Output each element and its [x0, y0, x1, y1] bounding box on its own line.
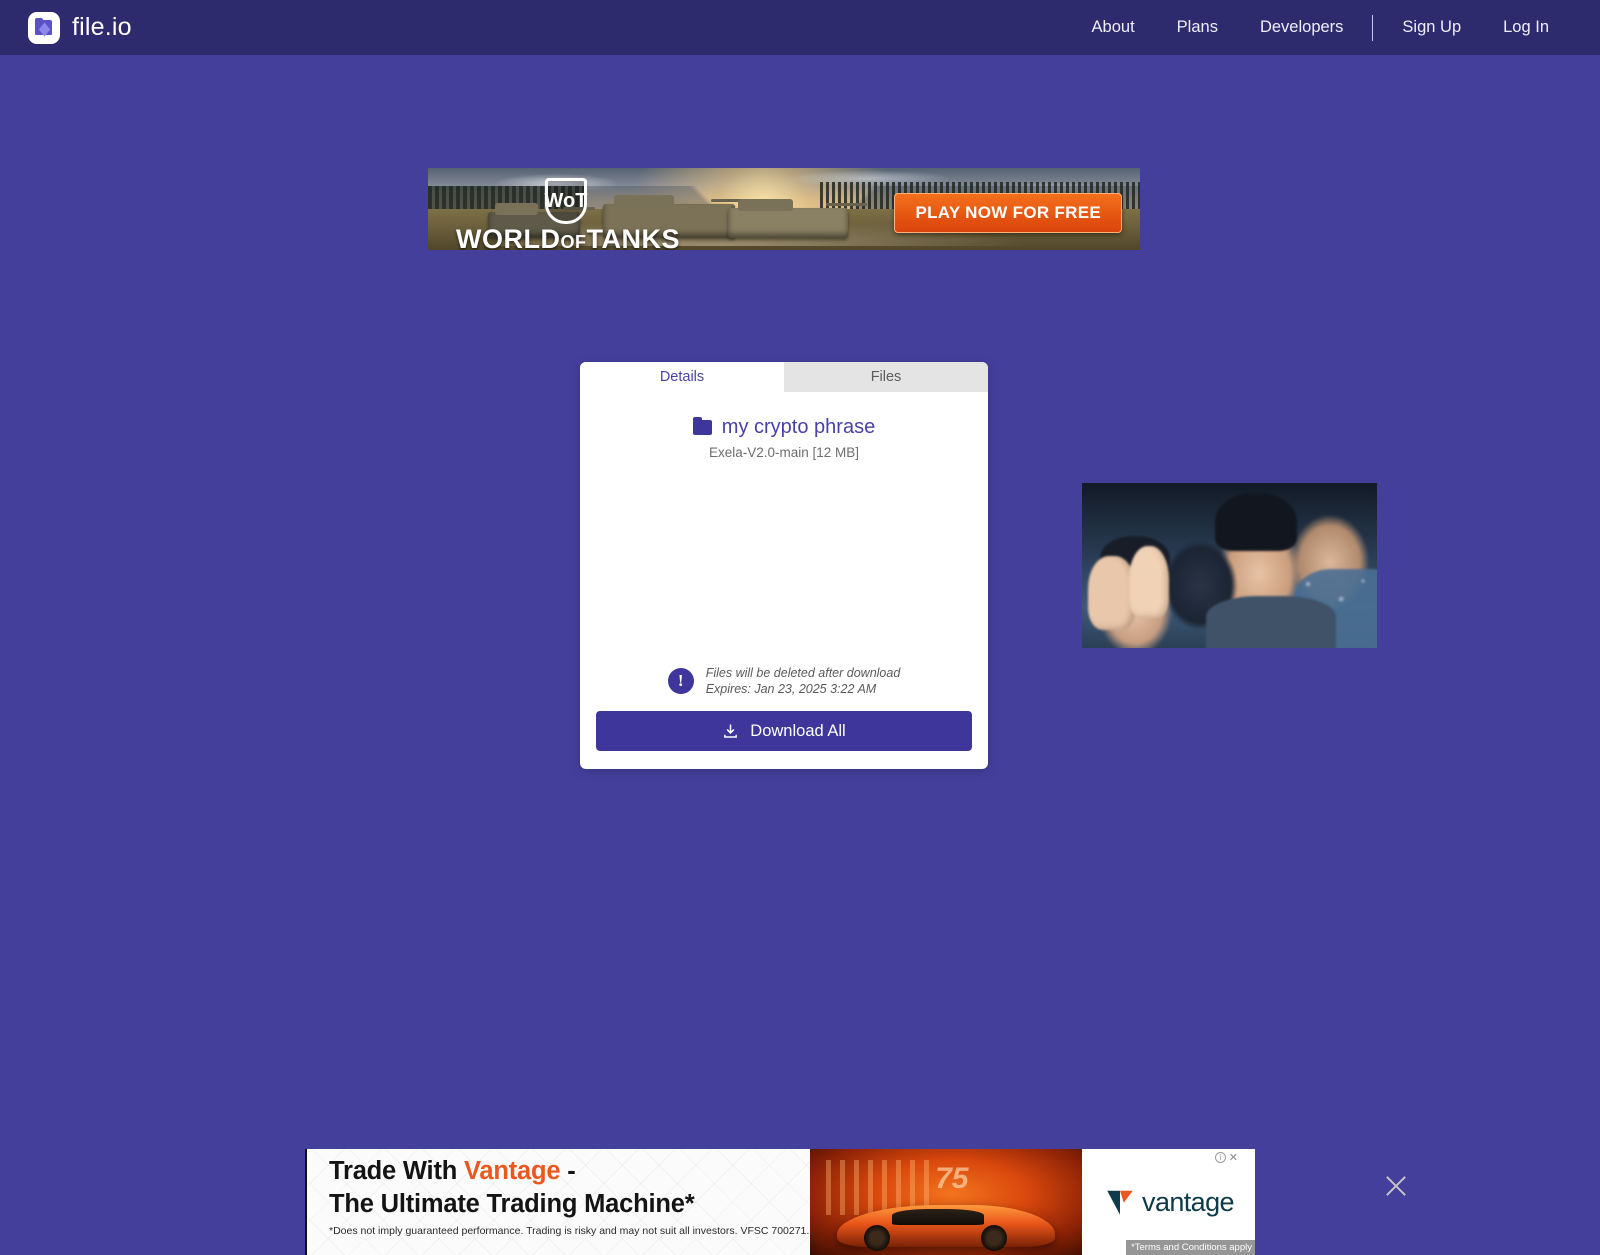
- ad-brand-of: OF: [560, 232, 587, 250]
- nav-item-developers[interactable]: Developers: [1239, 0, 1364, 55]
- vantage-logo: vantage *Terms and Conditions apply: [1082, 1149, 1255, 1255]
- folder-icon: [692, 416, 712, 435]
- ad-car-number: 75: [935, 1161, 969, 1195]
- file-name: my crypto phrase: [721, 416, 876, 438]
- ad-tank-right: [728, 199, 868, 238]
- file-details-card: Details Files my crypto phrase Exela-V2.…: [580, 362, 988, 769]
- card-body: my crypto phrase Exela-V2.0-main [12 MB]…: [580, 392, 988, 769]
- page-content: WoT WORLDOFTANKS PLAY NOW FOR FREE Detai…: [0, 55, 1600, 1255]
- site-header: file.io About Plans Developers Sign Up L…: [0, 0, 1600, 55]
- nav-item-sign-up[interactable]: Sign Up: [1381, 0, 1482, 55]
- notice-line-deleted: Files will be deleted after download: [705, 666, 901, 680]
- nav-item-log-in[interactable]: Log In: [1482, 0, 1570, 55]
- ad-brand-line2: TANKS: [586, 224, 680, 251]
- image-blur-overlay: [1082, 483, 1377, 648]
- file-title-row: my crypto phrase: [692, 416, 876, 439]
- file-meta: Exela-V2.0-main [12 MB]: [708, 445, 860, 460]
- ad-cta-button[interactable]: PLAY NOW FOR FREE: [894, 193, 1122, 233]
- ad-car-wheel-rear: [981, 1225, 1008, 1251]
- headline-line-2: The Ultimate Trading Machine*: [329, 1189, 695, 1218]
- nav-divider: [1372, 14, 1374, 41]
- notice-line-expires: Expires: Jan 23, 2025 3:22 AM: [705, 682, 877, 696]
- terms-badge: *Terms and Conditions apply: [1126, 1240, 1255, 1255]
- crowd-applause-image: [1082, 483, 1377, 648]
- vantage-wordmark: vantage: [1142, 1186, 1234, 1217]
- download-all-label: Download All: [750, 721, 846, 740]
- world-of-tanks-shield-icon: WoT: [545, 178, 587, 224]
- download-all-button[interactable]: Download All: [596, 711, 972, 751]
- ad-brand-logo: WoT WORLDOFTANKS: [456, 178, 679, 251]
- close-ad-button[interactable]: [1383, 1173, 1409, 1199]
- ad-brand-wordmark: WORLDOFTANKS: [456, 224, 679, 251]
- tab-files[interactable]: Files: [784, 362, 988, 392]
- bottom-ad-headline: Trade With Vantage - The Ultimate Tradin…: [329, 1155, 695, 1220]
- card-tabs: Details Files: [580, 362, 988, 392]
- headline-part-2: -: [560, 1157, 576, 1185]
- ad-car-windshield: [891, 1209, 985, 1225]
- expiry-notice-text: Files will be deleted after download Exp…: [706, 665, 901, 697]
- main-navigation: About Plans Developers Sign Up Log In: [1071, 0, 1570, 55]
- vantage-v-icon: [1107, 1190, 1133, 1215]
- info-icon[interactable]: i: [1214, 1152, 1226, 1163]
- nav-item-plans[interactable]: Plans: [1156, 0, 1239, 55]
- ad-brand-line1: WORLD: [456, 224, 561, 251]
- adchoices-control[interactable]: i ✕: [1214, 1151, 1238, 1164]
- nav-item-about[interactable]: About: [1071, 0, 1156, 55]
- download-icon: [724, 723, 738, 738]
- headline-part-1: Trade With: [329, 1157, 464, 1185]
- adchoices-x-icon[interactable]: ✕: [1229, 1151, 1238, 1164]
- exclamation-circle-icon: !: [667, 668, 694, 694]
- brand-logo[interactable]: file.io: [28, 11, 132, 44]
- brand-name: file.io: [72, 13, 132, 41]
- tab-details[interactable]: Details: [580, 362, 784, 392]
- bottom-ad-disclaimer: *Does not imply guaranteed performance. …: [329, 1225, 810, 1237]
- headline-brand-accent: Vantage: [464, 1157, 561, 1185]
- expiry-notice: ! Files will be deleted after download E…: [580, 665, 988, 697]
- file-io-logo-icon: [28, 11, 60, 44]
- ad-car-wheel-front: [864, 1225, 891, 1251]
- top-banner-ad[interactable]: WoT WORLDOFTANKS PLAY NOW FOR FREE: [428, 168, 1140, 250]
- ad-car-image: 75: [810, 1149, 1082, 1255]
- bottom-sticky-ad[interactable]: Trade With Vantage - The Ultimate Tradin…: [305, 1149, 1255, 1255]
